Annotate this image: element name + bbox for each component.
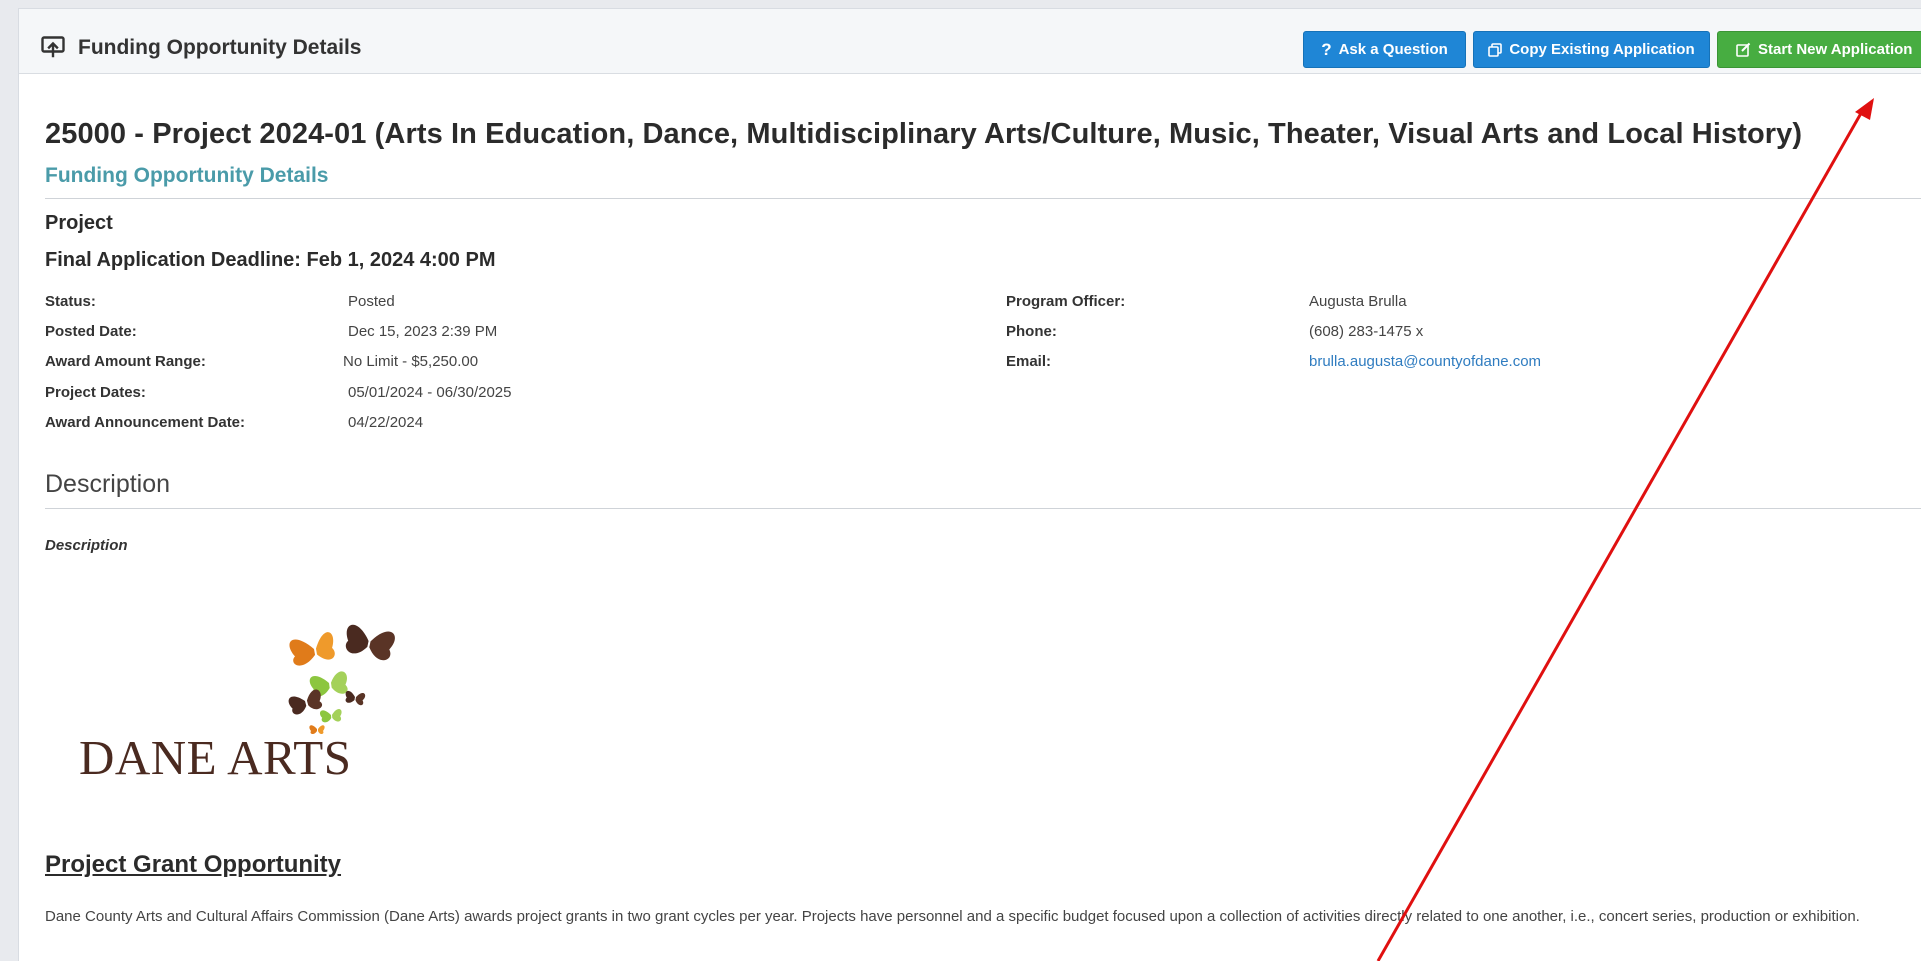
- email-link[interactable]: brulla.augusta@countyofdane.com: [1309, 353, 1541, 370]
- question-icon: ?: [1321, 39, 1332, 59]
- divider: [45, 508, 1921, 509]
- upload-screen-icon: [41, 36, 65, 58]
- section-label: Project: [45, 212, 113, 234]
- status-label: Status:: [45, 293, 96, 310]
- grant-paragraph: Dane County Arts and Cultural Affairs Co…: [45, 908, 1860, 925]
- butterflies-icon: [288, 624, 395, 735]
- award-announcement-label: Award Announcement Date:: [45, 414, 246, 431]
- phone-value: (608) 283-1475 x: [1309, 323, 1424, 340]
- funding-opportunity-panel: Funding Opportunity Details ? Ask a Ques…: [18, 8, 1921, 961]
- grant-heading: Project Grant Opportunity: [45, 851, 342, 878]
- start-new-label: Start New Application: [1758, 41, 1913, 58]
- email-label: Email:: [1006, 353, 1052, 370]
- application-deadline: Final Application Deadline: Feb 1, 2024 …: [45, 249, 496, 271]
- page-subtitle: Funding Opportunity Details: [45, 164, 329, 187]
- panel-title: Funding Opportunity Details: [78, 36, 362, 59]
- ask-question-button[interactable]: ? Ask a Question: [1303, 31, 1466, 68]
- panel-header: Funding Opportunity Details ? Ask a Ques…: [19, 9, 1921, 74]
- award-announcement-value: 04/22/2024: [348, 414, 424, 431]
- edit-icon: [1736, 42, 1751, 57]
- dane-arts-logo-text: DANE ARTS: [79, 730, 352, 785]
- award-amount-value: No Limit - $5,250.00: [343, 353, 479, 370]
- project-dates-value: 05/01/2024 - 06/30/2025: [348, 384, 512, 401]
- copy-existing-application-button[interactable]: Copy Existing Application: [1473, 31, 1710, 68]
- project-dates-label: Project Dates:: [45, 384, 146, 401]
- posted-date-label: Posted Date:: [45, 323, 137, 340]
- status-value: Posted: [348, 293, 395, 310]
- divider: [45, 198, 1921, 199]
- dane-arts-logo: DANE ARTS: [79, 617, 419, 785]
- phone-label: Phone:: [1006, 323, 1057, 340]
- posted-date-value: Dec 15, 2023 2:39 PM: [348, 323, 498, 340]
- program-officer-label: Program Officer:: [1006, 293, 1126, 310]
- ask-question-label: Ask a Question: [1338, 41, 1448, 58]
- award-amount-label: Award Amount Range:: [45, 353, 206, 370]
- description-heading: Description: [45, 470, 171, 498]
- page-title: 25000 - Project 2024-01 (Arts In Educati…: [45, 118, 1803, 150]
- start-new-application-button[interactable]: Start New Application: [1717, 31, 1921, 68]
- program-officer-value: Augusta Brulla: [1309, 293, 1407, 310]
- copy-existing-label: Copy Existing Application: [1509, 41, 1695, 58]
- copy-icon: [1488, 42, 1503, 57]
- description-label: Description: [45, 537, 128, 554]
